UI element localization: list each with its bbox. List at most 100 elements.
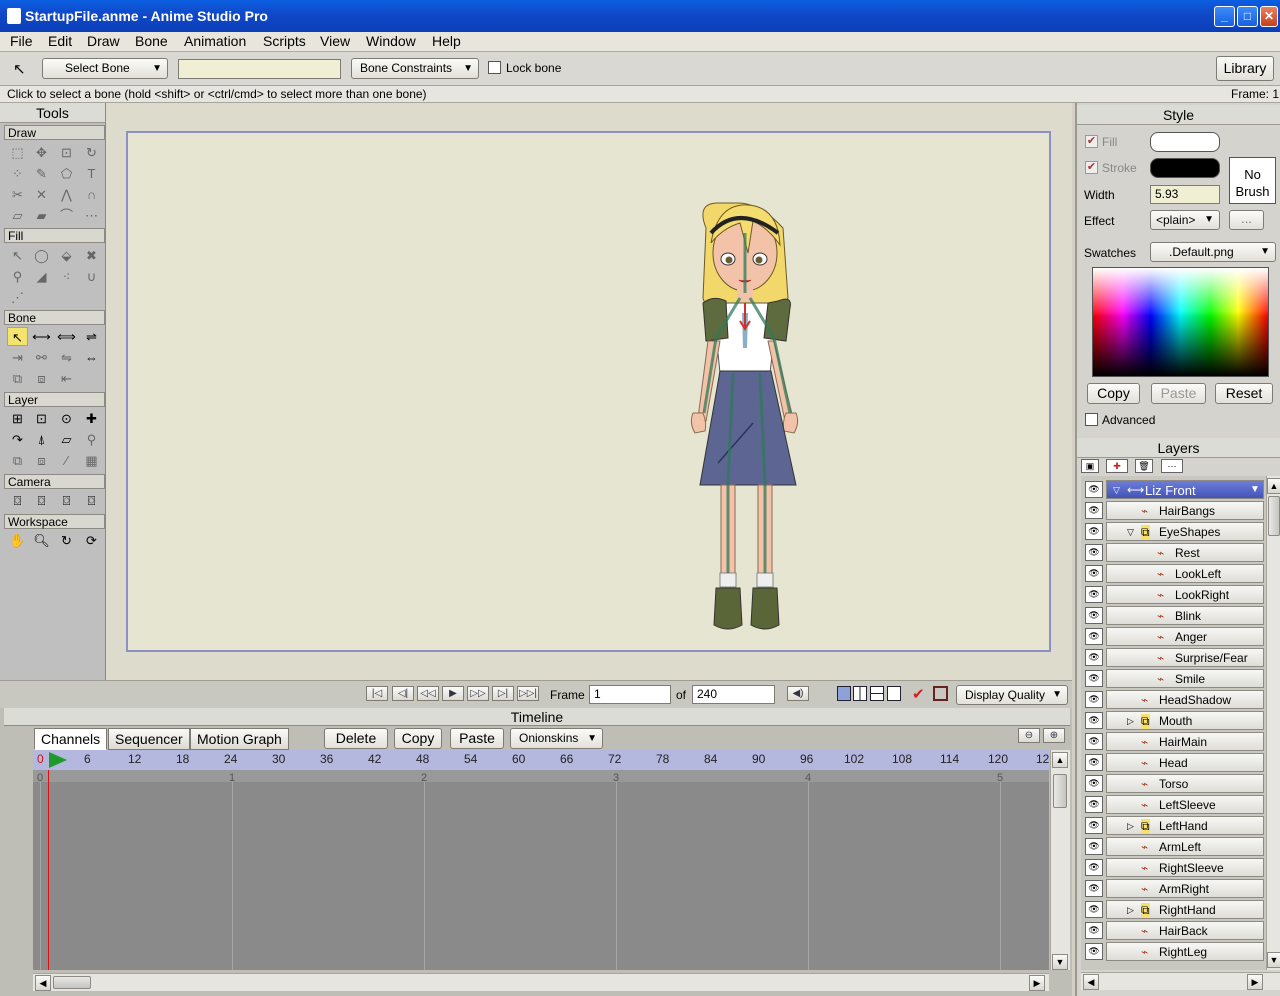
visibility-eye-icon[interactable]: 👁︎	[1085, 775, 1103, 792]
total-frames-input[interactable]: 240	[692, 685, 775, 704]
visibility-eye-icon[interactable]: 👁︎	[1085, 628, 1103, 645]
hand-pan-icon[interactable]: ✋	[7, 531, 28, 550]
layer-bar[interactable]: ⌁ HeadShadow	[1106, 690, 1264, 709]
menu-help[interactable]: Help	[432, 33, 461, 49]
layer-row[interactable]: 👁︎ ⌁ Surprise/Fear	[1084, 648, 1264, 667]
bone-name-input[interactable]	[178, 59, 341, 79]
tool-mode-dropdown[interactable]: Select Bone ▼	[42, 58, 168, 79]
offset-bone-icon[interactable]: ⧉	[7, 369, 28, 388]
patch-icon[interactable]: ▦	[81, 451, 102, 470]
transform-points-icon[interactable]: ✥	[31, 143, 52, 162]
visibility-eye-icon[interactable]: 👁︎	[1085, 859, 1103, 876]
visibility-eye-icon[interactable]: 👁︎	[1085, 544, 1103, 561]
tab-motion-graph[interactable]: Motion Graph	[190, 728, 289, 750]
stroke-color-swatch[interactable]	[1150, 158, 1220, 178]
scroll-thumb[interactable]	[1053, 774, 1067, 808]
scroll-up-icon[interactable]: ▲	[1267, 478, 1280, 494]
reparent-bone-icon[interactable]: ⇌	[81, 327, 102, 346]
bind-points-icon[interactable]: ⇔	[81, 348, 102, 367]
layer-row[interactable]: 👁︎ ⌁ RightLeg	[1084, 942, 1264, 961]
bone-constraints-dropdown[interactable]: Bone Constraints ▼	[351, 58, 479, 79]
create-shape-icon[interactable]: ◯	[31, 246, 52, 265]
frame-crop-icon[interactable]	[933, 686, 948, 701]
perspective-icon[interactable]: ▱	[7, 206, 28, 225]
color-picker[interactable]	[1092, 267, 1269, 377]
document-stage[interactable]	[126, 131, 1051, 652]
layer-perspective-icon[interactable]: ▱	[56, 430, 77, 449]
layer-row[interactable]: 👁︎ ⌁ Rest	[1084, 543, 1264, 562]
scroll-right-icon[interactable]: ▶	[1029, 975, 1045, 991]
copy-key-button[interactable]: Copy	[394, 728, 442, 749]
layer-bar[interactable]: ⌁ Blink	[1106, 606, 1264, 625]
zoom-in-icon[interactable]: ⊕	[1043, 728, 1065, 743]
layer-bar[interactable]: ⌁ Anger	[1106, 627, 1264, 646]
layer-shear-icon[interactable]: ⍋	[31, 430, 52, 449]
scale-points-icon[interactable]: ⊡	[56, 143, 77, 162]
visibility-eye-icon[interactable]: 👁︎	[1085, 565, 1103, 582]
delete-edge-icon[interactable]: ✂	[7, 185, 28, 204]
scale-layer-icon[interactable]: ⊡	[31, 409, 52, 428]
scale-bone-icon[interactable]: ⇤	[56, 369, 77, 388]
bend-icon[interactable]: ⌒	[56, 206, 77, 225]
menu-view[interactable]: View	[320, 33, 350, 49]
visibility-eye-icon[interactable]: 👁︎	[1085, 649, 1103, 666]
timeline-vertical-scrollbar[interactable]: ▲ ▼	[1050, 750, 1070, 970]
layer-row[interactable]: 👁︎ ⌁ HeadShadow	[1084, 690, 1264, 709]
tab-channels[interactable]: Channels	[34, 728, 108, 750]
scatter-icon[interactable]: ⋯	[81, 206, 102, 225]
scroll-thumb[interactable]	[53, 976, 91, 989]
playhead-marker-icon[interactable]	[49, 752, 67, 768]
expand-triangle-icon[interactable]: ▽	[1127, 527, 1134, 538]
layer-settings-icon[interactable]: ⋯	[1161, 459, 1183, 473]
step-back-icon[interactable]: ◁|	[392, 686, 414, 701]
camera-zoom-icon[interactable]: ⌼	[31, 491, 52, 510]
menu-file[interactable]: File	[10, 33, 33, 49]
layer-row[interactable]: 👁︎ ⌁ ArmRight	[1084, 879, 1264, 898]
display-quality-dropdown[interactable]: Display Quality ▼	[956, 685, 1068, 705]
scroll-down-icon[interactable]: ▼	[1052, 954, 1068, 970]
layer-row[interactable]: 👁︎ ⌁ Smile	[1084, 669, 1264, 688]
fill-color-swatch[interactable]	[1150, 132, 1220, 152]
width-input[interactable]: 5.93	[1150, 185, 1220, 204]
scroll-left-icon[interactable]: ◀	[1083, 974, 1099, 990]
duplicate-layer-icon[interactable]: ✚	[1106, 459, 1128, 473]
layer-bar[interactable]: ⌁ ArmRight	[1106, 879, 1264, 898]
layer-bar[interactable]: ⌁ Rest	[1106, 543, 1264, 562]
draw-shape-icon[interactable]: ⬠	[56, 164, 77, 183]
new-layer-icon[interactable]: ▣	[1081, 459, 1099, 473]
layer-bar[interactable]: ▽ ⧉ EyeShapes	[1106, 522, 1264, 541]
camera-roll-icon[interactable]: ⌼	[56, 491, 77, 510]
select-points-icon[interactable]: ⬚	[7, 143, 28, 162]
collapse-triangle-icon[interactable]: ▷	[1127, 821, 1134, 832]
layer-bar[interactable]: ⌁ HairBack	[1106, 921, 1264, 940]
rotate-bone-icon[interactable]: ⧈	[31, 369, 52, 388]
flip-layer-icon[interactable]: ↷	[7, 430, 28, 449]
menu-scripts[interactable]: Scripts	[263, 33, 306, 49]
visibility-eye-icon[interactable]: 👁︎	[1085, 838, 1103, 855]
freehand-icon[interactable]: ✎	[31, 164, 52, 183]
visibility-eye-icon[interactable]: 👁︎	[1085, 733, 1103, 750]
delete-layer-icon[interactable]: 🗑︎	[1135, 459, 1153, 473]
brush-button[interactable]: No Brush	[1229, 157, 1276, 204]
style-paste-button[interactable]: Paste	[1151, 383, 1206, 404]
style-copy-button[interactable]: Copy	[1087, 383, 1140, 404]
scroll-down-icon[interactable]: ▼	[1267, 952, 1280, 968]
layer-bar[interactable]: ▽ ⟷ Liz Front ▼	[1106, 480, 1264, 499]
layer-bar[interactable]: ⌁ Head	[1106, 753, 1264, 772]
collapse-triangle-icon[interactable]: ▷	[1127, 905, 1134, 916]
layer-row[interactable]: 👁︎ ⌁ HairMain	[1084, 732, 1264, 751]
layer-bar[interactable]: ⌁ HairBangs	[1106, 501, 1264, 520]
stroke-exposure-icon[interactable]: ∪	[81, 267, 102, 286]
visibility-eye-icon[interactable]: 👁︎	[1085, 943, 1103, 960]
effect-more-button[interactable]: ...	[1229, 210, 1264, 230]
layer-row[interactable]: 👁︎ ⌁ RightSleeve	[1084, 858, 1264, 877]
tab-sequencer[interactable]: Sequencer	[108, 728, 190, 750]
layer-row[interactable]: 👁︎ ⌁ LookRight	[1084, 585, 1264, 604]
layer-row[interactable]: 👁︎ ⌁ HairBangs	[1084, 501, 1264, 520]
rotate-points-icon[interactable]: ↻	[81, 143, 102, 162]
visibility-eye-icon[interactable]: 👁︎	[1085, 502, 1103, 519]
timeline-horizontal-scrollbar[interactable]: ◀ ▶	[33, 973, 1049, 991]
layer-bar[interactable]: ⌁ Smile	[1106, 669, 1264, 688]
line-width-icon[interactable]: ◢	[31, 267, 52, 286]
layer-rotate-xy-icon[interactable]: ⚲	[81, 430, 102, 449]
